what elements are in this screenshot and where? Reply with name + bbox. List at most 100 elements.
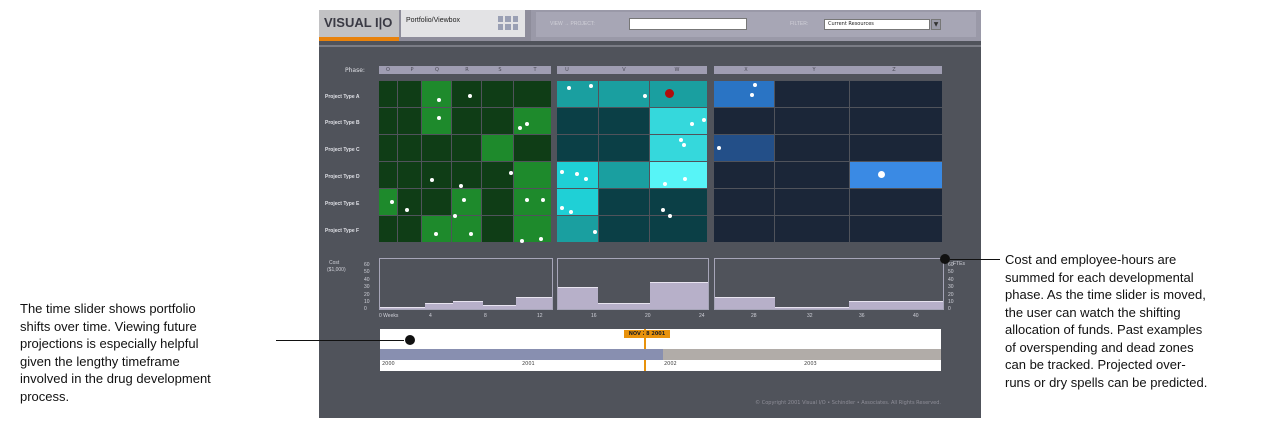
matrix-cell[interactable] (714, 135, 774, 161)
project-dot[interactable] (560, 206, 564, 210)
matrix-cell[interactable] (714, 189, 774, 215)
matrix-cell[interactable] (775, 216, 849, 242)
project-dot[interactable] (469, 232, 473, 236)
matrix-cell[interactable] (650, 162, 707, 188)
matrix-cell[interactable] (482, 216, 513, 242)
matrix-cell[interactable] (379, 189, 397, 215)
matrix-cell[interactable] (850, 162, 942, 188)
project-dot[interactable] (437, 116, 441, 120)
project-dot[interactable] (525, 198, 529, 202)
matrix-cell[interactable] (557, 216, 598, 242)
project-dot[interactable] (690, 122, 694, 126)
matrix-cell[interactable] (850, 81, 942, 107)
project-dot[interactable] (434, 232, 438, 236)
grid-view-icon[interactable] (498, 16, 518, 30)
project-dot[interactable] (567, 86, 571, 90)
project-dot[interactable] (525, 122, 529, 126)
project-dot[interactable] (679, 138, 683, 142)
matrix-cell[interactable] (650, 81, 707, 107)
matrix-cell[interactable] (714, 81, 774, 107)
project-input[interactable] (629, 18, 747, 30)
matrix-cell[interactable] (557, 135, 598, 161)
matrix-cell[interactable] (482, 189, 513, 215)
matrix-cell[interactable] (775, 108, 849, 134)
matrix-cell[interactable] (650, 189, 707, 215)
matrix-cell[interactable] (422, 81, 451, 107)
project-dot[interactable] (405, 208, 409, 212)
matrix-cell[interactable] (850, 189, 942, 215)
project-dot[interactable] (593, 230, 597, 234)
matrix-cell[interactable] (398, 216, 421, 242)
filter-select[interactable]: Current Resources (824, 19, 930, 30)
matrix-cell[interactable] (452, 108, 481, 134)
project-dot[interactable] (575, 172, 579, 176)
matrix-cell[interactable] (599, 135, 649, 161)
matrix-cell[interactable] (775, 162, 849, 188)
matrix-cell[interactable] (422, 216, 451, 242)
matrix-cell[interactable] (557, 108, 598, 134)
matrix-cell[interactable] (514, 81, 551, 107)
matrix-cell[interactable] (398, 162, 421, 188)
matrix-cell[interactable] (650, 216, 707, 242)
matrix-cell[interactable] (514, 189, 551, 215)
project-dot[interactable] (569, 210, 573, 214)
project-dot[interactable] (437, 98, 441, 102)
matrix-cell[interactable] (379, 162, 397, 188)
project-dot[interactable] (683, 177, 687, 181)
matrix-cell[interactable] (398, 108, 421, 134)
project-dot[interactable] (717, 146, 721, 150)
matrix-cell[interactable] (599, 162, 649, 188)
project-dot[interactable] (589, 84, 593, 88)
matrix-cell[interactable] (775, 135, 849, 161)
matrix-cell[interactable] (482, 135, 513, 161)
matrix-cell[interactable] (714, 162, 774, 188)
project-dot[interactable] (702, 118, 706, 122)
project-dot[interactable] (584, 177, 588, 181)
matrix-cell[interactable] (398, 135, 421, 161)
project-dot[interactable] (663, 182, 667, 186)
project-dot[interactable] (750, 93, 754, 97)
matrix-cell[interactable] (379, 216, 397, 242)
matrix-cell[interactable] (452, 81, 481, 107)
portfolio-viewbox-tab[interactable]: Portfolio/Viewbox (401, 10, 525, 37)
chevron-down-icon[interactable]: ▼ (931, 19, 941, 30)
matrix-cell[interactable] (514, 108, 551, 134)
matrix-cell[interactable] (599, 189, 649, 215)
project-dot[interactable] (682, 143, 686, 147)
matrix-cell[interactable] (379, 81, 397, 107)
project-dot[interactable] (560, 170, 564, 174)
project-dot-large[interactable] (878, 171, 885, 178)
matrix-cell[interactable] (514, 135, 551, 161)
matrix-cell[interactable] (482, 162, 513, 188)
matrix-cell[interactable] (514, 216, 551, 242)
project-dot[interactable] (430, 178, 434, 182)
project-dot[interactable] (643, 94, 647, 98)
project-dot-highlighted[interactable] (665, 89, 674, 98)
matrix-cell[interactable] (452, 189, 481, 215)
matrix-cell[interactable] (379, 135, 397, 161)
matrix-cell[interactable] (452, 135, 481, 161)
matrix-cell[interactable] (775, 81, 849, 107)
matrix-cell[interactable] (452, 216, 481, 242)
project-dot[interactable] (753, 83, 757, 87)
matrix-cell[interactable] (422, 189, 451, 215)
matrix-cell[interactable] (422, 108, 451, 134)
project-dot[interactable] (539, 237, 543, 241)
project-dot[interactable] (541, 198, 545, 202)
matrix-cell[interactable] (482, 81, 513, 107)
project-dot[interactable] (509, 171, 513, 175)
matrix-cell[interactable] (599, 108, 649, 134)
project-dot[interactable] (453, 214, 457, 218)
matrix-cell[interactable] (398, 81, 421, 107)
project-dot[interactable] (459, 184, 463, 188)
matrix-cell[interactable] (379, 108, 397, 134)
matrix-cell[interactable] (599, 216, 649, 242)
project-dot[interactable] (518, 126, 522, 130)
matrix-cell[interactable] (850, 108, 942, 134)
matrix-cell[interactable] (650, 108, 707, 134)
matrix-cell[interactable] (775, 189, 849, 215)
matrix-cell[interactable] (599, 81, 649, 107)
project-dot[interactable] (462, 198, 466, 202)
matrix-cell[interactable] (398, 189, 421, 215)
matrix-cell[interactable] (714, 216, 774, 242)
